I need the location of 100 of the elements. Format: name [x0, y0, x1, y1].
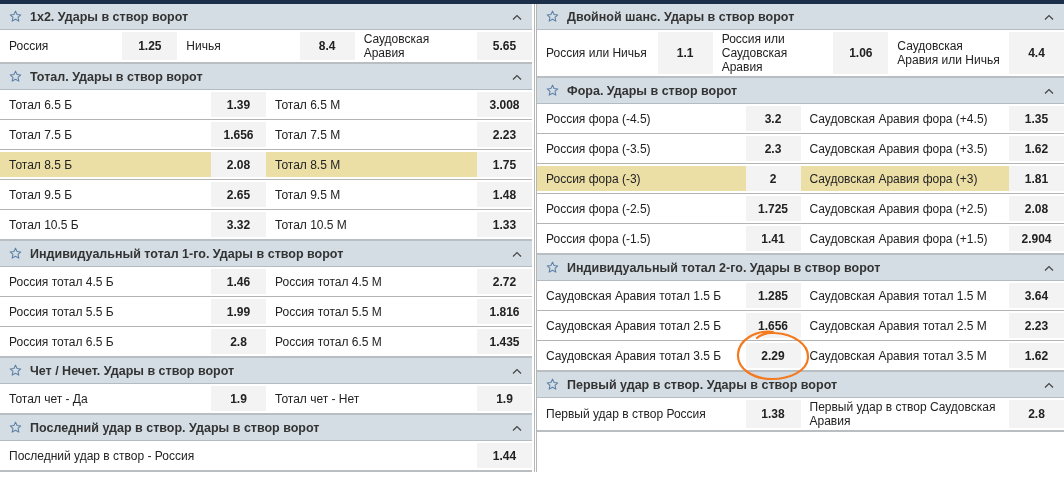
- odds-button[interactable]: 1.44: [477, 443, 532, 468]
- star-icon[interactable]: [546, 261, 559, 274]
- outcome-label[interactable]: Саудовская Аравия тотал 3.5 М: [800, 343, 1009, 368]
- odds-button[interactable]: 1.656: [745, 313, 801, 338]
- outcome-label[interactable]: Тотал 8.5 Б: [0, 152, 211, 177]
- outcome-label[interactable]: Последний удар в створ - Россия: [0, 443, 477, 468]
- odds-button[interactable]: 1.816: [477, 299, 532, 324]
- outcome-label[interactable]: Саудовская Аравия тотал 2.5 Б: [537, 313, 746, 338]
- chevron-up-icon[interactable]: [1044, 87, 1054, 94]
- odds-button[interactable]: 1.06: [833, 32, 889, 74]
- odds-button[interactable]: 1.75: [477, 152, 532, 177]
- outcome-label[interactable]: Саудовская Аравия фора (+3.5): [800, 136, 1009, 161]
- odds-button[interactable]: 1.33: [477, 212, 532, 237]
- odds-button[interactable]: 1.435: [477, 329, 532, 354]
- odds-button[interactable]: 5.65: [477, 32, 532, 60]
- outcome-label[interactable]: Ничья: [177, 32, 300, 60]
- outcome-label[interactable]: Тотал 9.5 Б: [0, 182, 211, 207]
- outcome-label[interactable]: Россия тотал 4.5 Б: [0, 269, 211, 294]
- market-header[interactable]: Чет / Нечет. Удары в створ ворот: [0, 358, 532, 384]
- outcome-label[interactable]: Россия или Ничья: [537, 32, 658, 74]
- odds-button[interactable]: 3.64: [1009, 283, 1064, 308]
- outcome-label[interactable]: Россия тотал 4.5 М: [266, 269, 477, 294]
- odds-button[interactable]: 2.8: [211, 329, 266, 354]
- odds-button[interactable]: 1.35: [1009, 106, 1064, 131]
- odds-button[interactable]: 1.48: [477, 182, 532, 207]
- chevron-up-icon[interactable]: [1044, 264, 1054, 271]
- market-header[interactable]: Последний удар в створ. Удары в створ ворот: [0, 415, 532, 441]
- outcome-label[interactable]: Тотал 10.5 М: [266, 212, 477, 237]
- odds-button[interactable]: 1.38: [745, 400, 801, 428]
- odds-button[interactable]: 2.904: [1009, 226, 1064, 251]
- outcome-label[interactable]: Россия фора (-2.5): [537, 196, 746, 221]
- odds-button[interactable]: 3.32: [211, 212, 266, 237]
- odds-button[interactable]: 2.8: [1009, 400, 1064, 428]
- odds-button[interactable]: 4.4: [1009, 32, 1064, 74]
- outcome-label[interactable]: Первый удар в створ Саудовская Аравия: [800, 400, 1009, 428]
- chevron-up-icon[interactable]: [512, 73, 522, 80]
- outcome-label[interactable]: Тотал 7.5 М: [266, 122, 477, 147]
- star-icon[interactable]: [9, 364, 22, 377]
- odds-button[interactable]: 2.08: [211, 152, 266, 177]
- outcome-label[interactable]: Россия тотал 5.5 Б: [0, 299, 211, 324]
- star-icon[interactable]: [546, 84, 559, 97]
- odds-button[interactable]: 8.4: [299, 32, 355, 60]
- odds-button[interactable]: 1.62: [1009, 343, 1064, 368]
- outcome-label[interactable]: Саудовская Аравия фора (+2.5): [800, 196, 1009, 221]
- odds-button[interactable]: 2.23: [477, 122, 532, 147]
- chevron-up-icon[interactable]: [512, 424, 522, 431]
- chevron-up-icon[interactable]: [512, 250, 522, 257]
- outcome-label[interactable]: Тотал 6.5 Б: [0, 92, 211, 117]
- outcome-label[interactable]: Саудовская Аравия тотал 1.5 М: [800, 283, 1009, 308]
- odds-button[interactable]: 2.3: [745, 136, 801, 161]
- outcome-label[interactable]: Россия фора (-3.5): [537, 136, 746, 161]
- star-icon[interactable]: [546, 10, 559, 23]
- star-icon[interactable]: [9, 247, 22, 260]
- outcome-label[interactable]: Саудовская Аравия фора (+4.5): [800, 106, 1009, 131]
- chevron-up-icon[interactable]: [1044, 13, 1054, 20]
- star-icon[interactable]: [546, 378, 559, 391]
- odds-button[interactable]: 2: [745, 166, 801, 191]
- odds-button[interactable]: 1.9: [211, 386, 266, 411]
- outcome-label[interactable]: Саудовская Аравия тотал 3.5 Б: [537, 343, 746, 368]
- market-header[interactable]: 1x2. Удары в створ ворот: [0, 4, 532, 30]
- odds-button[interactable]: 3.2: [745, 106, 801, 131]
- outcome-label[interactable]: Тотал 6.5 М: [266, 92, 477, 117]
- outcome-label[interactable]: Тотал 9.5 М: [266, 182, 477, 207]
- odds-button[interactable]: 2.23: [1009, 313, 1064, 338]
- outcome-label[interactable]: Россия фора (-1.5): [537, 226, 746, 251]
- market-header[interactable]: Фора. Удары в створ ворот: [537, 78, 1064, 104]
- market-header[interactable]: Индивидуальный тотал 1-го. Удары в створ ворот: [0, 241, 532, 267]
- outcome-label[interactable]: Саудовская Аравия: [354, 32, 477, 60]
- outcome-label[interactable]: Тотал чет - Да: [0, 386, 211, 411]
- odds-button[interactable]: 2.72: [477, 269, 532, 294]
- odds-button[interactable]: 1.39: [211, 92, 266, 117]
- odds-button[interactable]: 1.1: [657, 32, 713, 74]
- odds-button[interactable]: 3.008: [477, 92, 532, 117]
- outcome-label[interactable]: Первый удар в створ Россия: [537, 400, 746, 428]
- odds-button[interactable]: 1.41: [745, 226, 801, 251]
- outcome-label[interactable]: Россия фора (-4.5): [537, 106, 746, 131]
- outcome-label[interactable]: Саудовская Аравия фора (+3): [800, 166, 1009, 191]
- odds-button[interactable]: 1.656: [211, 122, 266, 147]
- outcome-label[interactable]: Саудовская Аравия тотал 2.5 М: [800, 313, 1009, 338]
- chevron-up-icon[interactable]: [512, 13, 522, 20]
- outcome-label[interactable]: Россия или Саудовская Аравия: [712, 32, 834, 74]
- outcome-label[interactable]: Тотал 7.5 Б: [0, 122, 211, 147]
- odds-button[interactable]: 1.99: [211, 299, 266, 324]
- outcome-label[interactable]: Россия тотал 6.5 Б: [0, 329, 211, 354]
- outcome-label[interactable]: Саудовская Аравия или Ничья: [888, 32, 1009, 74]
- market-header[interactable]: Первый удар в створ. Удары в створ ворот: [537, 372, 1064, 398]
- market-header[interactable]: Индивидуальный тотал 2-го. Удары в створ ворот: [537, 255, 1064, 281]
- odds-button[interactable]: 2.65: [211, 182, 266, 207]
- outcome-label[interactable]: Тотал 8.5 М: [266, 152, 477, 177]
- outcome-label[interactable]: Россия тотал 5.5 М: [266, 299, 477, 324]
- odds-button[interactable]: 1.46: [211, 269, 266, 294]
- odds-button[interactable]: 1.81: [1009, 166, 1064, 191]
- outcome-label[interactable]: Саудовская Аравия тотал 1.5 Б: [537, 283, 746, 308]
- odds-button[interactable]: 1.285: [745, 283, 801, 308]
- outcome-label[interactable]: Саудовская Аравия фора (+1.5): [800, 226, 1009, 251]
- odds-button[interactable]: 1.9: [477, 386, 532, 411]
- odds-button[interactable]: 1.25: [122, 32, 178, 60]
- outcome-label[interactable]: Тотал 10.5 Б: [0, 212, 211, 237]
- odds-button[interactable]: 1.725: [745, 196, 801, 221]
- outcome-label[interactable]: Россия фора (-3): [537, 166, 746, 191]
